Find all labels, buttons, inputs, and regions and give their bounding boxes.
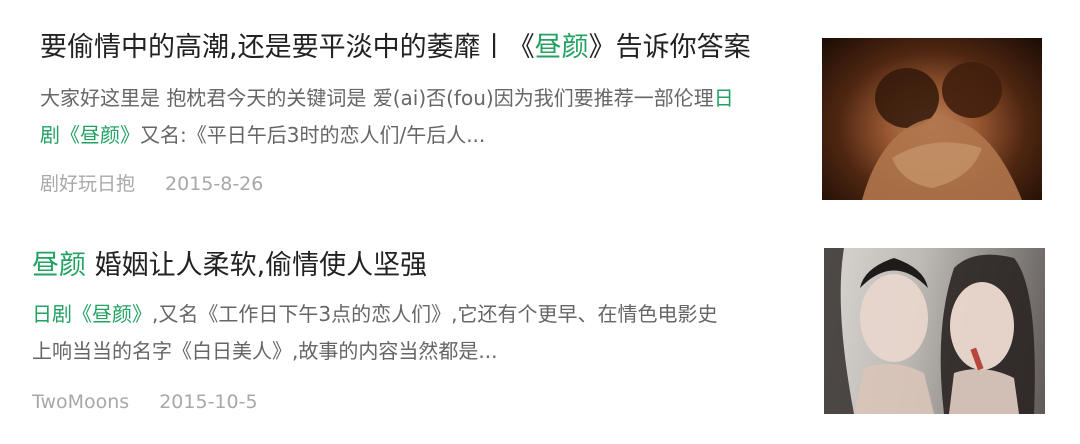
snippet-line: 大家好这里是 抱枕君今天的关键词是 爱(ai)否(fou)因为我们要推荐一部伦理… <box>40 80 734 117</box>
result-title[interactable]: 昼颜 婚姻让人柔软,偷情使人坚强 <box>32 246 427 286</box>
search-result-item[interactable]: 要偷情中的高潮,还是要平淡中的萎靡丨《昼颜》告诉你答案 大家好这里是 抱枕君今天… <box>0 10 1080 222</box>
result-meta: 剧好玩日抱 2015-8-26 <box>40 170 263 198</box>
movie-still-icon <box>822 38 1042 200</box>
result-snippet: 日剧《昼颜》,又名《工作日下午3点的恋人们》,它还有个更早、在情色电影史 上响当… <box>32 296 717 370</box>
snippet-highlight: 剧《昼颜》 <box>40 123 140 147</box>
snippet-text: 大家好这里是 抱枕君今天的关键词是 爱(ai)否(fou)因为我们要推荐一部伦理 <box>40 86 714 110</box>
publish-date: 2015-8-26 <box>165 173 264 195</box>
title-text: 婚姻让人柔软,偷情使人坚强 <box>86 250 428 281</box>
snippet-highlight: 日剧《昼颜》 <box>32 302 152 326</box>
search-results-panel: 要偷情中的高潮,还是要平淡中的萎靡丨《昼颜》告诉你答案 大家好这里是 抱枕君今天… <box>0 0 1080 444</box>
result-title[interactable]: 要偷情中的高潮,还是要平淡中的萎靡丨《昼颜》告诉你答案 <box>40 28 751 68</box>
movie-poster-icon <box>824 248 1035 414</box>
snippet-text: ,又名《工作日下午3点的恋人们》,它还有个更早、在情色电影史 <box>152 302 718 326</box>
title-text: 要偷情中的高潮,还是要平淡中的萎靡丨《 <box>40 32 535 63</box>
divider <box>0 218 1080 219</box>
snippet-highlight: 日 <box>713 86 734 110</box>
title-highlight: 昼颜 <box>534 32 589 63</box>
publish-date: 2015-10-5 <box>159 391 258 413</box>
source-account-link[interactable]: TwoMoons <box>32 388 129 416</box>
search-result-item[interactable]: 昼颜 婚姻让人柔软,偷情使人坚强 日剧《昼颜》,又名《工作日下午3点的恋人们》,… <box>0 226 1080 438</box>
result-snippet: 大家好这里是 抱枕君今天的关键词是 爱(ai)否(fou)因为我们要推荐一部伦理… <box>40 80 734 154</box>
snippet-line: 日剧《昼颜》,又名《工作日下午3点的恋人们》,它还有个更早、在情色电影史 <box>32 296 717 333</box>
result-meta: TwoMoons 2015-10-5 <box>32 388 258 416</box>
title-text: 》告诉你答案 <box>588 32 751 63</box>
title-highlight: 昼颜 <box>32 250 86 281</box>
result-thumbnail[interactable] <box>824 248 1045 414</box>
snippet-text: 又名:《平日午后3时的恋人们/午后人... <box>140 123 486 147</box>
snippet-line: 剧《昼颜》又名:《平日午后3时的恋人们/午后人... <box>40 117 734 154</box>
snippet-line: 上响当当的名字《白日美人》,故事的内容当然都是... <box>32 339 498 363</box>
result-thumbnail[interactable] <box>822 38 1042 200</box>
source-account-link[interactable]: 剧好玩日抱 <box>40 170 135 198</box>
